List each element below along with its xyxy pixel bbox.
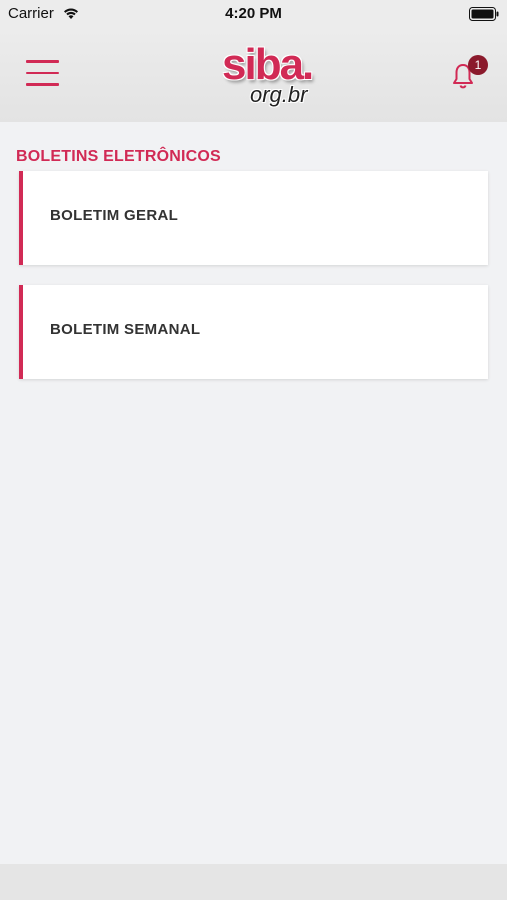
section-title: BOLETINS ELETRÔNICOS <box>16 148 221 165</box>
logo: siba. org.br <box>222 40 322 118</box>
list-item-label: BOLETIM SEMANAL <box>50 321 201 338</box>
list-item-boletim-geral[interactable]: BOLETIM GERAL <box>19 171 488 265</box>
list-item-label: BOLETIM GERAL <box>50 207 179 224</box>
menu-button[interactable] <box>26 60 59 86</box>
app-header: siba. org.br 1 <box>0 28 507 122</box>
menu-icon <box>26 60 59 86</box>
clock: 4:20 PM <box>225 5 282 22</box>
logo-sub-text: org.br <box>250 82 308 107</box>
notification-badge: 1 <box>468 55 488 75</box>
battery-icon <box>469 7 499 21</box>
status-bar: Carrier 4:20 PM <box>0 0 507 28</box>
main-content: BOLETINS ELETRÔNICOS BOLETIM GERAL BOLET… <box>0 122 507 864</box>
notifications-button[interactable]: 1 <box>448 55 492 96</box>
bottom-bar <box>0 864 507 900</box>
list-item-boletim-semanal[interactable]: BOLETIM SEMANAL <box>19 285 488 379</box>
